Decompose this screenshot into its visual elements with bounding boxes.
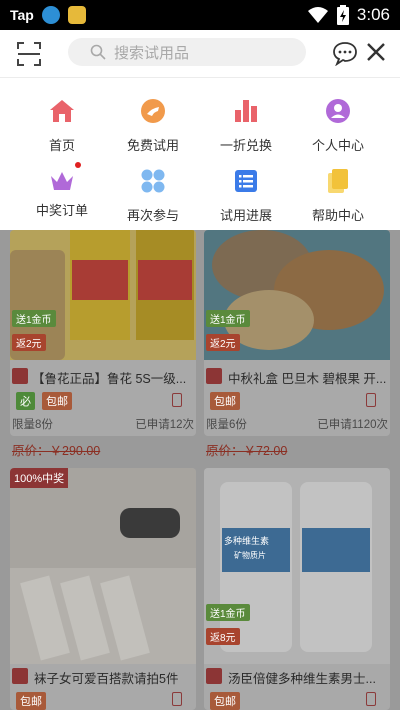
menu-item-label: 首页 — [48, 138, 75, 153]
free-shipping-tag: 包邮 — [42, 392, 72, 410]
coin-reward-tag: 送1金币 — [206, 310, 250, 327]
win-rate-badge: 100%中奖 — [10, 468, 69, 488]
wifi-icon — [307, 7, 328, 23]
menu-item-label: 个人中心 — [311, 138, 364, 153]
phone-icon — [366, 692, 376, 706]
bar-chart-icon — [235, 100, 257, 122]
limit-count: 限量8份 — [12, 419, 53, 431]
shop-logo-icon — [12, 668, 28, 684]
menu-item-label: 免费试用 — [126, 138, 179, 153]
crown-icon-wrap — [49, 162, 81, 194]
notification-dot — [75, 162, 81, 168]
hand-icon — [141, 99, 165, 123]
product-grid: 送1金币 返2元 【鲁花正品】鲁花 5S一级... 必 包邮 限量8份 已申请1… — [0, 230, 400, 710]
applied-count: 已申请12次 — [135, 419, 194, 431]
product-title: 袜子女可爱百搭款请拍5件 — [34, 672, 179, 686]
product-image-socks — [10, 468, 196, 664]
cashback-tag: 返2元 — [206, 334, 240, 351]
menu-item-user-center[interactable]: 个人中心 — [288, 98, 388, 158]
phone-icon — [172, 692, 182, 706]
phone-icon — [366, 393, 376, 407]
message-icon[interactable] — [332, 40, 358, 66]
tap-app-icon: Tap — [10, 7, 34, 23]
product-title: 中秋礼盒 巴旦木 碧根果 开... — [228, 372, 386, 386]
menu-item-home[interactable]: 首页 — [12, 98, 112, 158]
clock: 3:06 — [356, 5, 390, 24]
search-icon — [90, 44, 106, 60]
bag-app-icon — [67, 6, 86, 24]
dots-icon — [141, 169, 165, 193]
status-bar: Tap 3:06 — [0, 0, 400, 30]
shop-logo-icon — [206, 368, 222, 384]
menu-item-label: 帮助中心 — [311, 208, 364, 223]
home-icon — [50, 100, 74, 122]
menu-item-label: 中奖订单 — [35, 203, 88, 218]
search-placeholder: 搜索试用品 — [114, 44, 190, 62]
product-card[interactable]: 送1金币 返2元 中秋礼盒 巴旦木 碧根果 开... 包邮 限量6份 已申请11… — [204, 230, 390, 436]
product-title: 【鲁花正品】鲁花 5S一级... — [32, 372, 187, 386]
list-icon — [235, 170, 257, 192]
coin-reward-tag: 送1金币 — [206, 604, 250, 621]
circle-app-icon — [41, 6, 60, 24]
product-card[interactable]: 多种维生素 矿物质片 送1金币 返8元 汤臣倍健多种维生素男士... 包邮 — [204, 468, 390, 710]
search-header: 搜索试用品 — [0, 30, 400, 78]
close-icon[interactable] — [364, 40, 388, 64]
battery-icon — [336, 5, 349, 25]
menu-item-help-center[interactable]: 帮助中心 — [288, 168, 388, 228]
menu-item-rejoin[interactable]: 再次参与 — [103, 168, 203, 228]
applied-count: 已申请1120次 — [317, 419, 388, 431]
product-card[interactable]: 100%中奖 袜子女可爱百搭款请拍5件 包邮 — [10, 468, 196, 710]
free-shipping-tag: 包邮 — [16, 692, 46, 710]
product-image-subtext: 矿物质片 — [234, 551, 266, 560]
crown-icon — [51, 172, 73, 190]
menu-item-free-trial[interactable]: 免费试用 — [103, 98, 203, 158]
menu-item-label: 一折兑换 — [219, 138, 272, 153]
quick-menu: 首页 免费试用 一折兑换 个人中心 中奖订单 再次参与 试用进展 帮助中心 — [0, 78, 400, 230]
product-card[interactable]: 送1金币 返2元 【鲁花正品】鲁花 5S一级... 必 包邮 限量8份 已申请1… — [10, 230, 196, 436]
search-input[interactable]: 搜索试用品 — [68, 38, 306, 66]
scan-icon[interactable] — [16, 41, 42, 67]
person-icon — [326, 99, 350, 123]
limit-count: 限量6份 — [206, 419, 247, 431]
original-price: 原价：￥290.00 — [12, 444, 101, 458]
cashback-tag: 返8元 — [206, 628, 240, 645]
free-shipping-tag: 包邮 — [210, 692, 240, 710]
menu-item-label: 再次参与 — [126, 208, 179, 223]
coin-reward-tag: 送1金币 — [12, 310, 56, 327]
product-image-text: 多种维生素 — [224, 536, 270, 546]
phone-icon — [172, 393, 182, 407]
shop-logo-icon — [12, 368, 28, 384]
note-icon — [328, 169, 348, 193]
shop-logo-icon — [206, 668, 222, 684]
menu-item-trial-progress[interactable]: 试用进展 — [196, 168, 296, 228]
menu-item-winning-orders[interactable]: 中奖订单 — [12, 162, 112, 228]
guaranteed-tag: 必 — [16, 392, 35, 410]
cashback-tag: 返2元 — [12, 334, 46, 351]
original-price: 原价：￥72.00 — [206, 444, 288, 458]
free-shipping-tag: 包邮 — [210, 392, 240, 410]
menu-item-label: 试用进展 — [219, 208, 272, 223]
menu-item-discount[interactable]: 一折兑换 — [196, 98, 296, 158]
product-title: 汤臣倍健多种维生素男士... — [228, 672, 376, 686]
